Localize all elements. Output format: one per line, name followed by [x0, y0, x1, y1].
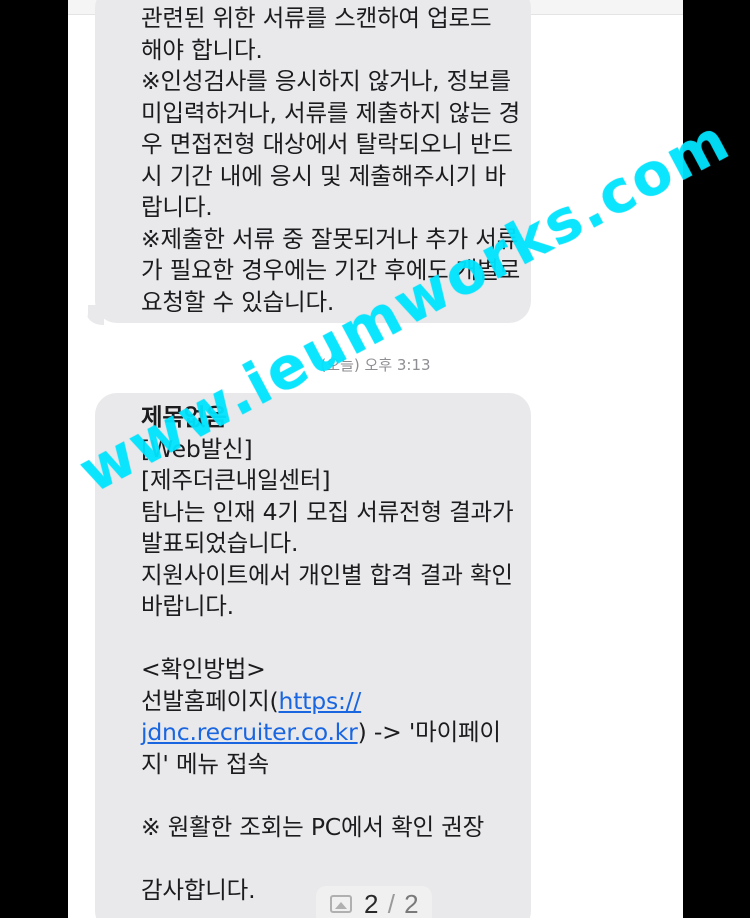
message-line: 발표되었습니다.	[141, 529, 299, 557]
image-pager[interactable]: 2 / 2	[316, 886, 432, 918]
timestamp-day: (오늘)	[320, 356, 360, 374]
message-line: ※인성검사를 응시하지 않거나, 정보를	[141, 67, 511, 95]
home-suffix: ) -> '마이페이	[357, 718, 501, 746]
message-line: 관련된 위한 서류를 스캔하여 업로드	[141, 4, 492, 32]
message-timestamp: (오늘) 오후 3:13	[68, 354, 683, 375]
message-bubble-previous[interactable]: 관련된 위한 서류를 스캔하여 업로드 해야 합니다. ※인성검사를 응시하지 …	[95, 0, 531, 323]
message-bubble-current[interactable]: 제목없음 [Web발신] [제주더큰내일센터] 탐나는 인재 4기 모집 서류전…	[95, 393, 531, 918]
message-line: 미입력하거나, 서류를 제출하지 않는 경	[141, 98, 521, 127]
message-line: 랍니다.	[141, 193, 213, 221]
message-line: 지원사이트에서 개인별 합격 결과 확인	[141, 560, 513, 589]
timestamp-time: 오후 3:13	[364, 356, 431, 374]
message-line: ※제출한 서류 중 잘못되거나 추가 서류	[141, 224, 519, 253]
message-line: 가 필요한 경우에는 기간 후에도 개별로	[141, 256, 521, 284]
message-line: [Web발신]	[141, 434, 253, 463]
message-line: 시 기간 내에 응시 및 제출해주시기 바	[141, 161, 506, 190]
page-separator: /	[387, 889, 396, 918]
message-line: 선발홈페이지(https://	[141, 686, 513, 718]
message-line: 요청할 수 있습니다.	[141, 287, 335, 316]
message-line: <확인방법>	[141, 655, 266, 683]
bubble-tail-mask	[76, 303, 88, 325]
image-icon	[330, 895, 352, 913]
message-line: 바랍니다.	[141, 592, 234, 620]
message-line: jdnc.recruiter.co.kr) -> '마이페이	[141, 717, 513, 749]
message-body: 관련된 위한 서류를 스캔하여 업로드 해야 합니다. ※인성검사를 응시하지 …	[141, 3, 520, 318]
page-counter: 2 / 2	[364, 889, 420, 918]
message-line: 우 면접전형 대상에서 탈락되오니 반드	[141, 130, 513, 158]
recruit-link[interactable]: https://	[279, 687, 362, 715]
message-screen: 관련된 위한 서류를 스캔하여 업로드 해야 합니다. ※인성검사를 응시하지 …	[68, 0, 683, 918]
message-line: 해야 합니다.	[141, 35, 263, 64]
message-body: 제목없음 [Web발신] [제주더큰내일센터] 탐나는 인재 4기 모집 서류전…	[141, 402, 514, 906]
message-subject: 제목없음	[141, 403, 227, 431]
recruit-link-continued[interactable]: jdnc.recruiter.co.kr	[141, 718, 358, 746]
message-line: 지' 메뉴 접속	[141, 749, 269, 778]
message-line: ※ 원활한 조회는 PC에서 확인 권장	[141, 812, 485, 841]
message-line: [제주더큰내일센터]	[141, 466, 331, 494]
message-line: 탐나는 인재 4기 모집 서류전형 결과가	[141, 497, 514, 526]
page-current: 2	[364, 889, 380, 918]
page-total: 2	[404, 889, 420, 918]
home-prefix: 선발홈페이지(	[141, 686, 279, 715]
